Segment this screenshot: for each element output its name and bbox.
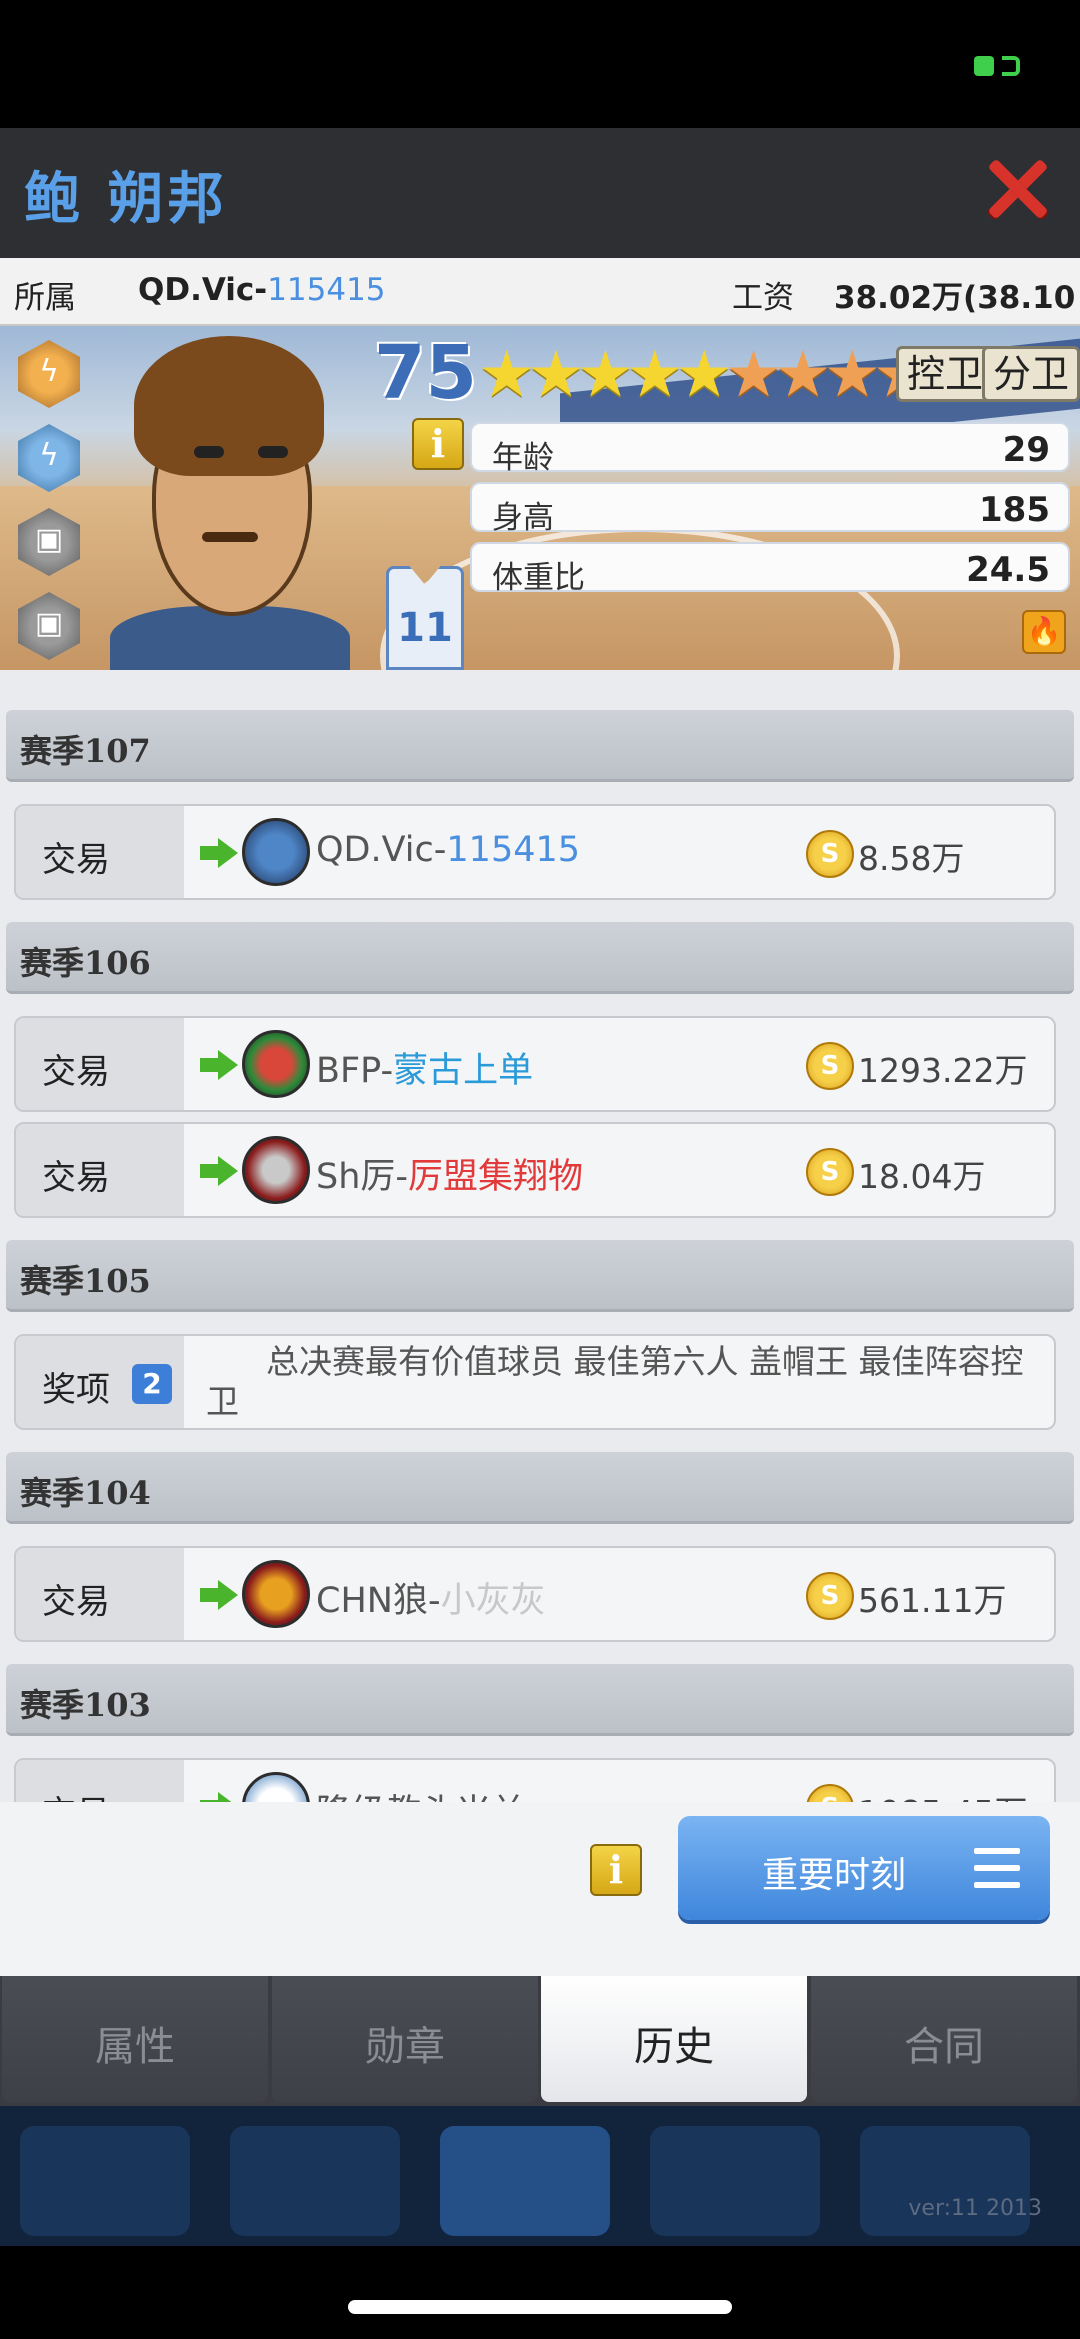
coin-icon: S: [806, 1148, 854, 1196]
team-name: 降级教头米兰: [316, 1784, 526, 1802]
lightning-badge-icon[interactable]: ϟ: [18, 424, 80, 492]
tab-attributes[interactable]: 属性: [2, 1976, 268, 2102]
lightning-badge-icon[interactable]: ϟ: [18, 340, 80, 408]
arrow-right-icon: [200, 1050, 238, 1080]
coin-icon: S: [806, 1572, 854, 1620]
trade-record[interactable]: 交易 QD.Vic-115415 S 8.58万: [14, 804, 1056, 900]
title-bar: 鲍 朔邦: [0, 128, 1080, 258]
jersey-number: 11: [397, 605, 453, 651]
season-header: 赛季103: [6, 1664, 1074, 1736]
info-icon[interactable]: i: [590, 1844, 642, 1896]
award-list: 总决赛最有价值球员 最佳第六人 盖帽王 最佳阵容控卫: [206, 1342, 1024, 1421]
trade-record[interactable]: 交易 CHN狼-小灰灰 S 561.11万: [14, 1546, 1056, 1642]
player-avatar: [110, 336, 350, 670]
stat-height: 身高 185: [470, 482, 1070, 536]
position-tag: 控卫: [896, 346, 995, 402]
season-header: 赛季107: [6, 710, 1074, 782]
coin-icon: S: [806, 830, 854, 878]
season-header: 赛季106: [6, 922, 1074, 994]
team-name: QD.Vic-115415: [316, 830, 581, 870]
trade-record[interactable]: 交易 BFP-蒙古上单 S 1293.22万: [14, 1016, 1056, 1112]
close-icon[interactable]: [984, 156, 1050, 222]
battery-icon: [974, 56, 1020, 76]
team-logo-icon: [242, 1030, 310, 1098]
team-logo-icon: [242, 1136, 310, 1204]
season-header: 赛季104: [6, 1452, 1074, 1524]
tab-bar: 属性 勋章 历史 合同: [0, 1976, 1080, 2106]
trade-amount: 561.11万: [858, 1581, 1007, 1620]
stat-weight-ratio: 体重比 24.5: [470, 542, 1070, 596]
fire-icon[interactable]: 🔥: [1022, 610, 1066, 654]
info-icon[interactable]: i: [412, 418, 464, 470]
player-card: ϟ ϟ ▣ ▣ 11 75 ★★★★★★★★★ 控卫 分卫 i 年龄 29 身高 1…: [0, 326, 1080, 670]
position-tag: 分卫: [982, 346, 1080, 402]
coin-icon: S: [806, 1784, 854, 1802]
coin-icon: S: [806, 1042, 854, 1090]
background-dock: ver:11 2013: [0, 2106, 1080, 2246]
trade-amount: 1293.22万: [858, 1051, 1028, 1090]
tab-contract[interactable]: 合同: [811, 1976, 1077, 2102]
arrow-right-icon: [200, 1156, 238, 1186]
team-name: CHN狼-小灰灰: [316, 1581, 546, 1621]
award-record[interactable]: 奖项 2 总决赛最有价值球员 最佳第六人 盖帽王 最佳阵容控卫: [14, 1334, 1056, 1430]
team-salary-row: 所属 QD.Vic-115415 工资 38.02万(38.10万): [0, 258, 1080, 361]
trade-amount: 8.58万: [858, 839, 965, 878]
trade-record[interactable]: 交易 Sh厉-厉盟集翔物 S 18.04万: [14, 1122, 1056, 1218]
key-moments-button[interactable]: 重要时刻: [678, 1816, 1050, 1920]
season-header: 赛季105: [6, 1240, 1074, 1312]
tab-history[interactable]: 历史: [541, 1976, 807, 2102]
status-bar: [0, 0, 1080, 128]
salary-label: 工资: [732, 280, 794, 316]
team-logo-icon: [242, 1560, 310, 1628]
version-text: ver:11 2013: [908, 2196, 1042, 2221]
star-rating: ★★★★★★★★★: [478, 338, 930, 412]
tab-medals[interactable]: 勋章: [272, 1976, 538, 2102]
team-label: 所属: [14, 280, 76, 316]
player-name-title: 鲍 朔邦: [24, 167, 228, 232]
action-panel: i 重要时刻: [0, 1802, 1080, 1976]
team-value: QD.Vic-115415: [138, 272, 386, 308]
stat-age: 年龄 29: [470, 422, 1070, 476]
trade-amount: 18.04万: [858, 1157, 986, 1196]
trade-record[interactable]: 交易 降级教头米兰 S 1085.45万: [14, 1758, 1056, 1802]
menu-icon: [974, 1848, 1020, 1888]
award-count-badge: 2: [132, 1364, 172, 1404]
team-name: BFP-蒙古上单: [316, 1051, 534, 1091]
arrow-right-icon: [200, 838, 238, 868]
arrow-right-icon: [200, 1792, 238, 1802]
trade-amount: 1085.45万: [858, 1786, 1027, 1802]
home-indicator[interactable]: [348, 2300, 732, 2314]
team-logo-icon: [242, 818, 310, 886]
overall-rating: 75: [374, 330, 477, 416]
team-logo-icon: [242, 1772, 310, 1802]
history-list[interactable]: 赛季107 交易 QD.Vic-115415 S 8.58万 赛季106 交易 …: [0, 670, 1080, 1802]
arrow-right-icon: [200, 1580, 238, 1610]
team-name: Sh厉-厉盟集翔物: [316, 1157, 584, 1197]
